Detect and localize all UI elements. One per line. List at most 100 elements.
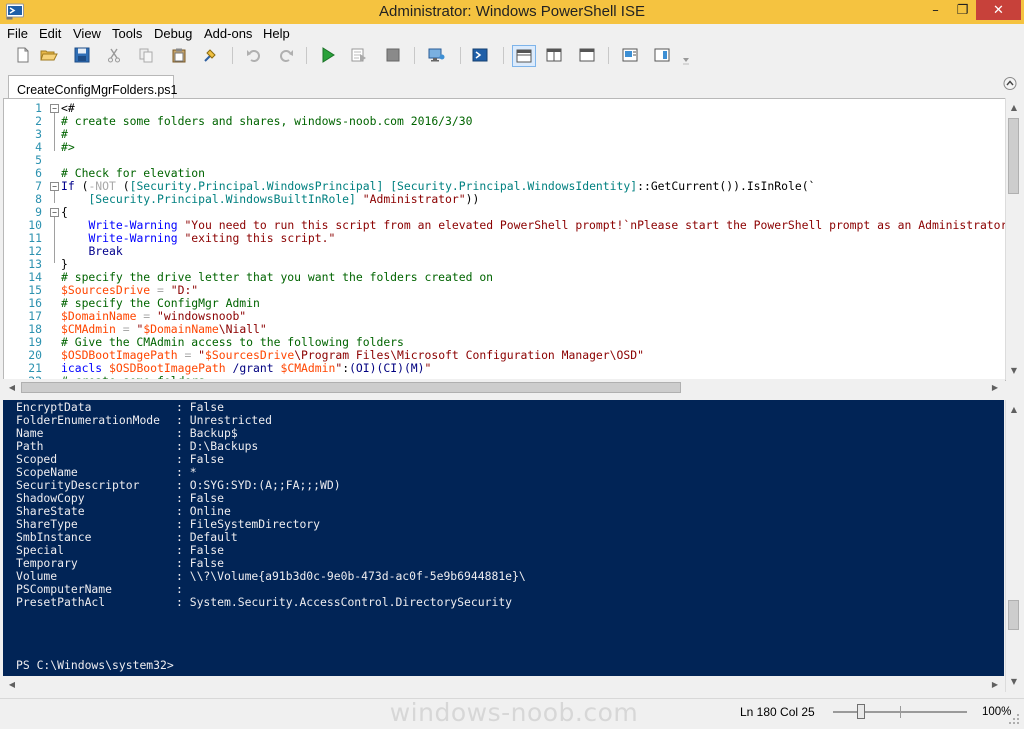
console-vertical-scrollbar[interactable]: ▲ ▼ [1005, 400, 1022, 692]
cut-icon[interactable] [105, 46, 123, 64]
scroll-up-icon[interactable]: ▲ [1007, 402, 1021, 416]
collapse-script-pane-icon[interactable] [1003, 76, 1017, 91]
property-value: : False [176, 543, 225, 557]
token-pl: { [61, 205, 68, 219]
code-line[interactable]: 11 Write-Warning "exiting this script." [4, 232, 1004, 245]
clear-console-icon[interactable] [201, 46, 219, 64]
token-param: (OI)(CI)(M) [349, 361, 425, 375]
menu-help[interactable]: Help [263, 26, 290, 41]
menu-debug[interactable]: Debug [154, 26, 192, 41]
token-str: "You need to run this script from an ele… [184, 218, 1006, 232]
token-var: $OSDBootImagePath [61, 348, 178, 362]
redo-icon[interactable] [277, 46, 295, 64]
token-str: \Niall" [218, 322, 267, 336]
fold-toggle-icon[interactable]: − [50, 208, 59, 217]
new-script-icon[interactable] [14, 46, 32, 64]
script-pane-top-icon[interactable] [512, 45, 536, 67]
property-value: : Default [176, 530, 238, 544]
token-com: # specify the drive letter that you want… [61, 270, 494, 284]
save-icon[interactable] [73, 46, 91, 64]
token-pl: <# [61, 101, 75, 115]
scroll-left-icon[interactable]: ◀ [5, 380, 19, 394]
show-addon-icon[interactable] [653, 46, 671, 64]
token-com: # specify the ConfigMgr Admin [61, 296, 260, 310]
scroll-right-icon[interactable]: ▶ [988, 677, 1002, 691]
property-value: : Backup$ [176, 426, 238, 440]
code-line[interactable]: 2 # create some folders and shares, windo… [4, 115, 1004, 128]
token-var: $SourcesDrive [61, 283, 151, 297]
script-editor[interactable]: 1− <# 2 # create some folders and shares, w… [3, 98, 1006, 381]
fold-guide [54, 113, 55, 151]
menu-tools[interactable]: Tools [112, 26, 142, 41]
property-value: : [176, 582, 183, 596]
token-var: $DomainName [61, 309, 137, 323]
menu-edit[interactable]: Edit [39, 26, 61, 41]
open-icon[interactable] [40, 46, 58, 64]
token-mem: GetCurrent [650, 179, 720, 193]
property-value: : System.Security.AccessControl.Director… [176, 595, 513, 609]
menu-view[interactable]: View [73, 26, 101, 41]
script-tab-strip: CreateConfigMgrFolders.ps1 [0, 69, 1024, 99]
undo-icon[interactable] [245, 46, 263, 64]
run-selection-icon[interactable] [350, 46, 368, 64]
token-str: " [198, 348, 206, 362]
paste-icon[interactable] [170, 46, 188, 64]
menu-file[interactable]: File [7, 26, 28, 41]
tab-createconfigmgrfolders[interactable]: CreateConfigMgrFolders.ps1 [8, 75, 178, 99]
token-var: $CMAdmin [280, 361, 336, 375]
console-prompt[interactable]: PS C:\Windows\system32> [16, 659, 174, 672]
run-script-icon[interactable] [319, 46, 337, 64]
property-value: : \\?\Volume{a91b3d0c-9e0b-473d-ac0f-5e9… [176, 569, 526, 583]
editor-horizontal-scrollbar[interactable]: ◀ ▶ [3, 379, 1005, 395]
token-str: "D:" [170, 283, 199, 297]
minimize-button[interactable]: – [922, 0, 949, 20]
menu-addons[interactable]: Add-ons [204, 26, 252, 41]
console-pane[interactable]: EncryptData: False FolderEnumerationMode:… [3, 400, 1004, 676]
code-line[interactable]: 3 # [4, 128, 1004, 141]
scroll-down-icon[interactable]: ▼ [1007, 674, 1021, 688]
menu-bar: File Edit View Tools Debug Add-ons Help [0, 24, 1024, 43]
close-button[interactable]: ✕ [976, 0, 1021, 20]
scroll-up-icon[interactable]: ▲ [1007, 100, 1021, 114]
new-remote-tab-icon[interactable] [427, 46, 445, 64]
toolbar [0, 43, 1024, 70]
editor-vertical-scrollbar[interactable]: ▲ ▼ [1005, 98, 1022, 380]
fold-toggle-icon[interactable]: − [50, 104, 59, 113]
fold-toggle-icon[interactable]: − [50, 182, 59, 191]
token-op: = [122, 322, 130, 336]
copy-icon[interactable] [137, 46, 155, 64]
zoom-slider-thumb[interactable] [857, 704, 866, 719]
token-pl: ( [74, 179, 89, 193]
maximize-button[interactable]: ❐ [949, 0, 976, 20]
scroll-right-icon[interactable]: ▶ [988, 380, 1002, 394]
cursor-position: Ln 180 Col 25 [740, 705, 815, 719]
property-value: : O:SYG:SYD:(A;;FA;;;WD) [176, 478, 341, 492]
property-value: : FileSystemDirectory [176, 517, 321, 531]
toolbar-overflow-icon[interactable] [681, 51, 691, 69]
stop-icon[interactable] [384, 46, 402, 64]
title-bar: Administrator: Windows PowerShell ISE – … [0, 0, 1024, 25]
watermark: windows-noob.com [389, 698, 639, 727]
scroll-down-icon[interactable]: ▼ [1007, 363, 1021, 377]
script-pane-right-icon[interactable] [545, 46, 563, 64]
console-vscroll-thumb[interactable] [1008, 600, 1019, 630]
console-horizontal-scrollbar[interactable]: ◀ ▶ [3, 676, 1005, 692]
show-commands-icon[interactable] [621, 46, 639, 64]
start-powershell-icon[interactable] [471, 46, 489, 64]
code-line[interactable]: 12 Break [4, 245, 1004, 258]
console-line: PresetPathAcl: System.Security.AccessCon… [16, 596, 512, 609]
script-pane-max-icon[interactable] [578, 46, 596, 64]
code-line[interactable]: 8 [Security.Principal.WindowsBuiltInRole… [4, 193, 1004, 206]
code-line[interactable]: 4 #> [4, 141, 1004, 154]
editor-vscroll-thumb[interactable] [1008, 118, 1019, 194]
scroll-left-icon[interactable]: ◀ [5, 677, 19, 691]
editor-hscroll-thumb[interactable] [21, 382, 681, 393]
token-kw: If [61, 179, 75, 193]
resize-grip-icon[interactable] [1007, 712, 1021, 726]
token-com: # Check for elevation [61, 166, 206, 180]
token-var: $CMAdmin [61, 322, 116, 336]
